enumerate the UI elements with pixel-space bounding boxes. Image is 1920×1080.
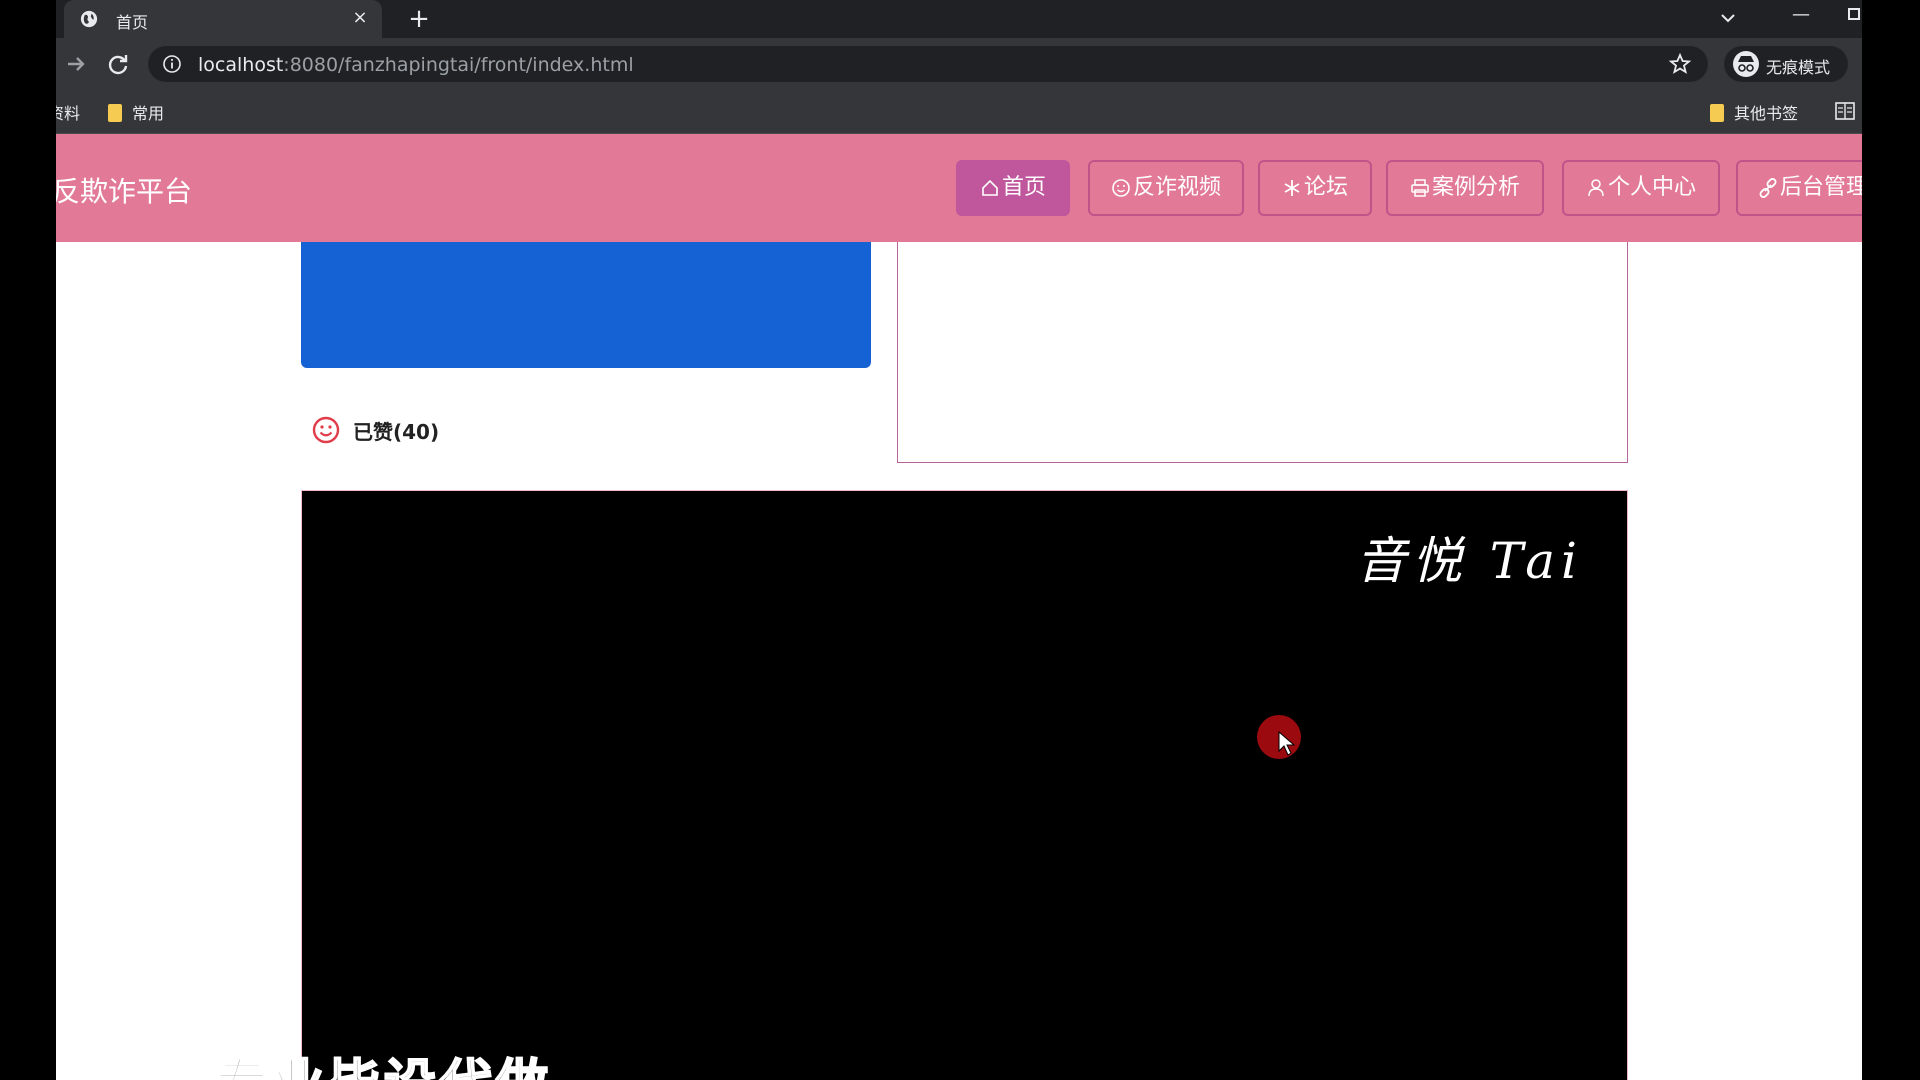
nav-label: 个人中心	[1607, 175, 1696, 200]
new-tab-button[interactable]: +	[404, 4, 434, 34]
printer-icon	[1410, 178, 1430, 198]
browser-tab[interactable]: 首页 ×	[64, 0, 382, 38]
bookmarks-bar: 资料 常用 其他书签	[56, 90, 1862, 134]
bookmark-folder-common[interactable]: 常用	[108, 100, 164, 124]
nav-case-analysis[interactable]: 案例分析	[1386, 160, 1544, 216]
nav-label: 案例分析	[1431, 175, 1520, 200]
restore-button[interactable]	[1848, 8, 1860, 20]
nav-label: 首页	[1001, 175, 1046, 200]
nav-anti-fraud-video[interactable]: 反诈视频	[1088, 160, 1244, 216]
folder-icon	[108, 104, 122, 122]
nav-label: 反诈视频	[1132, 175, 1221, 200]
forward-arrow-icon[interactable]	[62, 50, 90, 78]
url-path: :8080/fanzhapingtai/front/index.html	[283, 54, 634, 76]
minimize-button[interactable]: —	[1786, 4, 1816, 25]
incognito-icon	[1733, 51, 1759, 77]
detail-card	[897, 242, 1628, 463]
bookmark-folder-other[interactable]: 其他书签	[1710, 100, 1798, 124]
close-tab-icon[interactable]: ×	[350, 8, 370, 28]
like-count: 已赞(40)	[353, 419, 440, 444]
video-subtitle: 专业毕设代做	[215, 1042, 552, 1080]
nav-label: 后台管理	[1780, 175, 1862, 200]
bookmark-folder-label: 常用	[132, 104, 165, 123]
video-thumbnail[interactable]	[301, 242, 871, 368]
url-text: localhost:8080/fanzhapingtai/front/index…	[198, 54, 634, 76]
bookmark-item[interactable]: 资料	[56, 100, 80, 124]
mouse-cursor-icon	[1278, 731, 1296, 756]
nav-forum[interactable]: 论坛	[1258, 160, 1372, 216]
tab-strip: 首页 × + —	[56, 0, 1862, 38]
chevron-down-icon[interactable]	[1716, 6, 1740, 30]
folder-icon	[1710, 104, 1724, 122]
snowflake-icon	[1282, 178, 1302, 198]
video-watermark: 音悦 Tai	[1355, 532, 1583, 590]
reload-icon[interactable]	[104, 50, 132, 78]
site-brand[interactable]: 反欺诈平台	[56, 170, 192, 210]
address-bar[interactable]: localhost:8080/fanzhapingtai/front/index…	[148, 46, 1708, 82]
incognito-label: 无痕模式	[1766, 58, 1831, 77]
web-page: 反欺诈平台 首页 反诈视频 论坛 案例分析 个人中心 后台管理 已赞(40) 音…	[56, 134, 1862, 1080]
video-player[interactable]: 音悦 Tai	[301, 490, 1628, 1080]
like-button[interactable]: 已赞(40)	[311, 414, 439, 446]
url-host: localhost	[198, 54, 284, 76]
bookmark-folder-label: 其他书签	[1734, 104, 1799, 123]
tab-title: 首页	[116, 13, 149, 32]
bookmark-star-icon[interactable]	[1668, 52, 1692, 76]
home-icon	[980, 178, 1000, 198]
smiley-like-icon	[312, 416, 340, 444]
nav-admin[interactable]: 后台管理	[1736, 160, 1862, 216]
browser-toolbar: localhost:8080/fanzhapingtai/front/index…	[56, 38, 1862, 90]
globe-icon	[80, 10, 98, 28]
incognito-badge[interactable]: 无痕模式	[1724, 46, 1848, 82]
reading-list-icon[interactable]	[1834, 100, 1856, 122]
nav-home[interactable]: 首页	[956, 160, 1070, 216]
site-header: 反欺诈平台 首页 反诈视频 论坛 案例分析 个人中心 后台管理	[56, 134, 1862, 242]
smiley-icon	[1111, 178, 1131, 198]
link-icon	[1758, 178, 1778, 198]
user-icon	[1586, 178, 1606, 198]
nav-personal-center[interactable]: 个人中心	[1562, 160, 1720, 216]
nav-label: 论坛	[1303, 175, 1348, 200]
info-icon[interactable]	[162, 54, 182, 74]
browser-window: 首页 × + — localhost:8080/fanzhapingtai/fr…	[56, 0, 1862, 1080]
